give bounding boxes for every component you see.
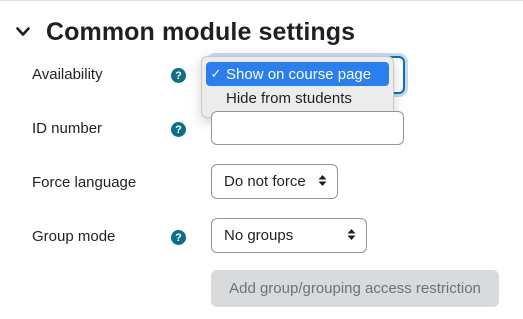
force-language-value: Do not force bbox=[224, 173, 306, 190]
id-number-input[interactable] bbox=[211, 111, 404, 145]
section-title: Common module settings bbox=[46, 17, 356, 46]
id-number-label: ID number bbox=[32, 120, 103, 137]
group-mode-value: No groups bbox=[224, 227, 294, 244]
help-icon[interactable]: ? bbox=[171, 68, 186, 83]
availability-dropdown-menu: ✓ Show on course page Hide from students bbox=[201, 56, 394, 118]
option-label: Hide from students bbox=[226, 89, 352, 107]
add-group-restriction-button[interactable]: Add group/grouping access restriction bbox=[211, 270, 499, 307]
option-hide-from-students[interactable]: Hide from students bbox=[206, 86, 389, 110]
select-caret-icon bbox=[347, 227, 356, 244]
availability-label: Availability bbox=[32, 66, 103, 83]
help-icon[interactable]: ? bbox=[171, 230, 186, 245]
section-header[interactable]: Common module settings bbox=[12, 14, 355, 50]
chevron-down-icon[interactable] bbox=[12, 21, 34, 43]
group-mode-label: Group mode bbox=[32, 228, 116, 245]
group-mode-select[interactable]: No groups bbox=[211, 218, 367, 253]
select-caret-icon bbox=[318, 173, 327, 190]
force-language-select[interactable]: Do not force bbox=[211, 164, 338, 199]
force-language-label: Force language bbox=[32, 174, 137, 191]
check-icon: ✓ bbox=[210, 66, 222, 81]
top-divider bbox=[0, 0, 523, 4]
help-icon[interactable]: ? bbox=[171, 122, 186, 137]
option-label: Show on course page bbox=[226, 65, 372, 83]
option-show-on-course-page[interactable]: ✓ Show on course page bbox=[206, 62, 389, 86]
